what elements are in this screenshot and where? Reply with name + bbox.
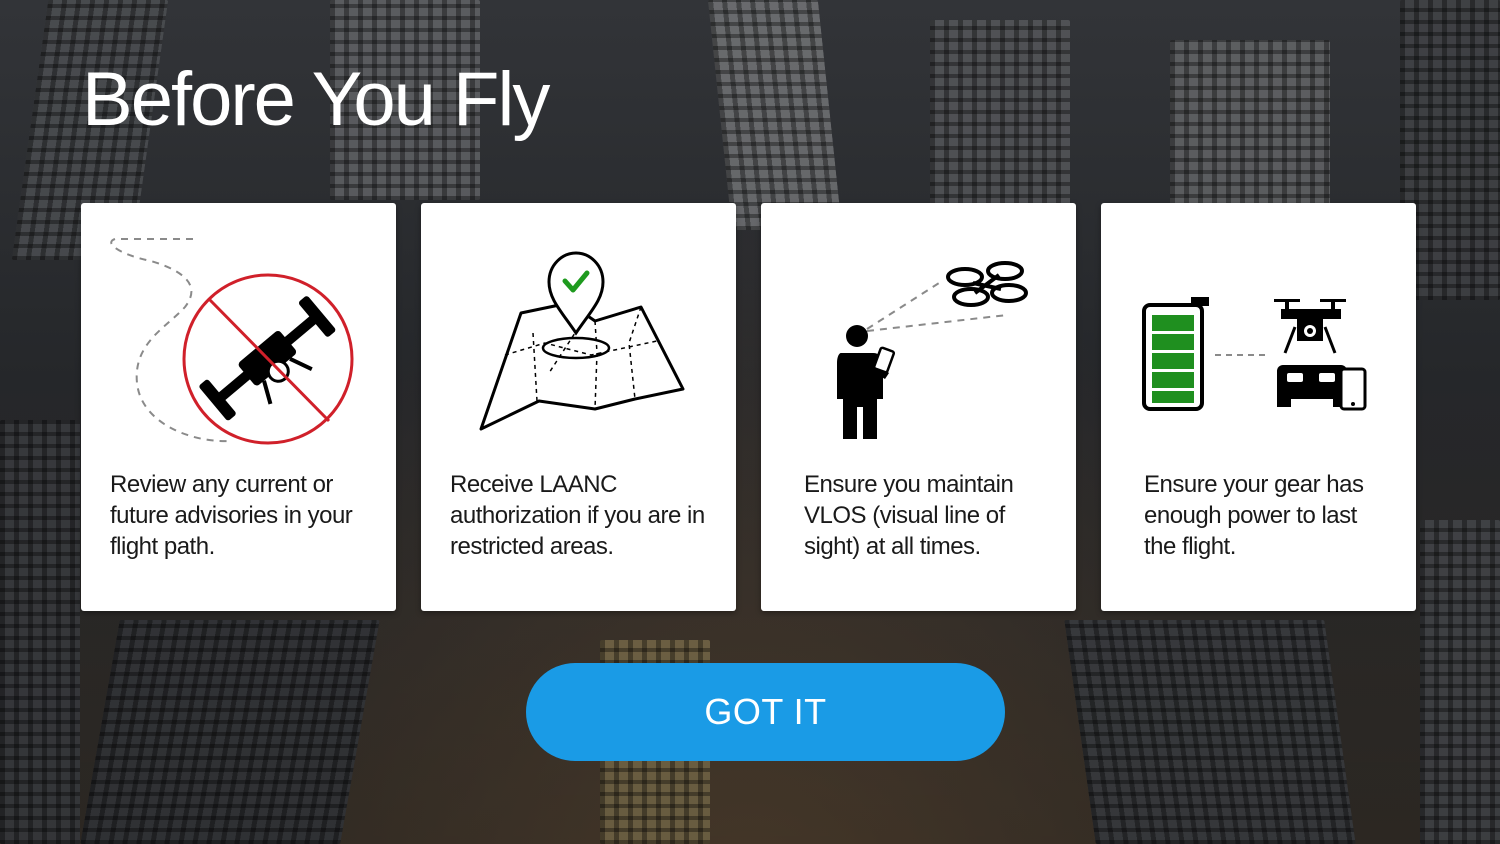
card-advisories: Review any current or future advisories … xyxy=(81,203,396,611)
card-text: Ensure your gear has enough power to las… xyxy=(1144,471,1364,560)
got-it-button[interactable]: GOT IT xyxy=(526,663,1005,761)
map-pin-check-icon xyxy=(479,251,685,431)
card-power: Ensure your gear has enough power to las… xyxy=(1101,203,1416,611)
card-laanc: Receive LAANC authorization if you are i… xyxy=(421,203,736,611)
pilot-line-of-sight-icon xyxy=(837,261,1028,439)
page-title: Before You Fly xyxy=(82,57,550,142)
no-fly-drone-icon xyxy=(110,238,354,445)
card-text: Ensure you maintain VLOS (visual line of… xyxy=(804,471,1014,560)
card-text: Review any current or future advisories … xyxy=(110,471,353,560)
card-vlos: Ensure you maintain VLOS (visual line of… xyxy=(761,203,1076,611)
card-text: Receive LAANC authorization if you are i… xyxy=(450,471,705,560)
battery-and-gear-icon xyxy=(1142,297,1367,411)
checklist-cards: Review any current or future advisories … xyxy=(81,203,1416,611)
